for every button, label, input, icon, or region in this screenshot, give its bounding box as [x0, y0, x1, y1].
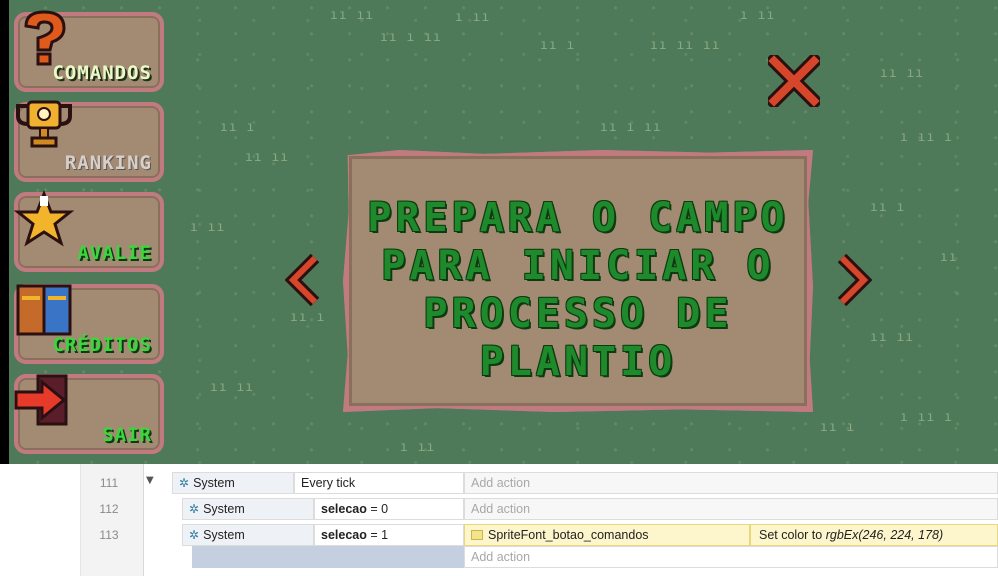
system-gear-icon: ✲ [179, 476, 190, 490]
menu-label: COMANDOS [52, 62, 152, 84]
grass-tuft: ıı ı [820, 420, 856, 435]
system-gear-icon: ✲ [189, 502, 200, 516]
menu-label: SAIR [102, 424, 152, 446]
add-action-label: Add action [471, 550, 531, 564]
add-action-label: Add action [471, 476, 531, 490]
add-action-cell[interactable]: Add action [464, 546, 998, 568]
system-gear-icon: ✲ [189, 528, 200, 542]
menu-button-creditos[interactable]: CRÉDITOS [14, 284, 164, 364]
event-sheet-editor: 111 ▼ ✲ System Every tick Add action 112… [0, 464, 998, 576]
add-action-cell[interactable]: Add action [464, 472, 998, 494]
grass-tuft: ı ıı [190, 220, 226, 235]
grass-tuft: ıı ıı [330, 8, 375, 23]
grass-tuft: ıı [940, 250, 958, 265]
action-value: rgbEx(246, 224, 178) [825, 528, 944, 542]
grass-tuft: ı ıı [400, 440, 436, 455]
condition-operator: = 1 [366, 528, 389, 542]
menu-label: AVALIE [77, 242, 152, 264]
condition-variable: selecao [321, 528, 367, 542]
menu-button-ranking[interactable]: RANKING [14, 100, 164, 182]
grass-tuft: ı ıı [455, 10, 491, 25]
menu-button-sair[interactable]: SAIR [14, 374, 164, 454]
grass-tuft: ıı ıı [880, 66, 925, 81]
info-panel: PREPARA O CAMPO PARA INICIAR O PROCESSO … [343, 150, 813, 412]
action-object-cell[interactable]: SpriteFont_botao_comandos [464, 524, 750, 546]
grass-tuft: ıı ı ıı [380, 30, 442, 45]
grass-tuft: ıı ı [540, 38, 576, 53]
grass-tuft: ıı ı [870, 200, 906, 215]
line-number: 111 [99, 476, 119, 490]
spritefont-icon [471, 530, 483, 540]
line-number: 113 [99, 528, 119, 542]
menu-label: CRÉDITOS [52, 334, 152, 356]
grass-tuft: ıı ı ıı [600, 120, 662, 135]
grass-tuft: ıı ıı [210, 380, 255, 395]
condition-text: Every tick [301, 476, 356, 490]
condition-object: System [203, 502, 245, 516]
exit-arrow-icon [14, 374, 68, 426]
panel-message: PREPARA O CAMPO PARA INICIAR O PROCESSO … [367, 195, 789, 385]
condition-operator: = 0 [366, 502, 389, 516]
condition-cell[interactable]: selecao = 1 [314, 524, 464, 546]
star-icon [13, 189, 75, 247]
condition-object-cell[interactable]: ✲ System [182, 498, 314, 520]
condition-object: System [203, 528, 245, 542]
action-text: Set color to [759, 528, 826, 542]
condition-object: System [193, 476, 235, 490]
condition-object-cell[interactable]: ✲ System [182, 524, 314, 546]
grass-tuft: ıı ıı [870, 330, 915, 345]
add-action-cell[interactable]: Add action [464, 498, 998, 520]
condition-cell[interactable]: Every tick [294, 472, 464, 494]
condition-cell[interactable]: selecao = 0 [314, 498, 464, 520]
line-number: 112 [99, 502, 119, 516]
menu-label: RANKING [64, 152, 152, 174]
condition-variable: selecao [321, 502, 367, 516]
menu-button-avalie[interactable]: AVALIE [13, 189, 164, 272]
grass-tuft: ı ıı ı [900, 130, 953, 145]
action-cell[interactable]: Set color to rgbEx(246, 224, 178) [750, 524, 998, 546]
grass-tuft: ı ıı [740, 8, 776, 23]
grass-tuft: ı ıı ı [900, 410, 953, 425]
condition-object-cell[interactable]: ✲ System [172, 472, 294, 494]
game-viewport: ıı ıı ıı ı ıı ı ıı ıı ı ıı ıı ıı ı ıı ıı… [0, 0, 998, 464]
close-x-icon[interactable] [768, 55, 820, 107]
grass-tuft: ıı ıı [245, 150, 290, 165]
question-mark-icon [24, 10, 66, 66]
grass-tuft: ıı ıı ıı [650, 38, 721, 53]
chevron-left-icon[interactable] [285, 254, 321, 306]
grass-tuft: ıı ı [220, 120, 256, 135]
add-action-label: Add action [471, 502, 531, 516]
chevron-right-icon[interactable] [836, 254, 872, 306]
grass-tuft: ıı ı [290, 310, 326, 325]
books-icon [16, 284, 72, 336]
menu-button-comandos[interactable]: COMANDOS [14, 10, 164, 92]
trophy-icon [16, 100, 72, 148]
event-block-bar [192, 546, 464, 568]
collapse-toggle-icon[interactable]: ▼ [146, 475, 154, 486]
action-object: SpriteFont_botao_comandos [488, 528, 649, 542]
viewport-edge [0, 0, 9, 464]
